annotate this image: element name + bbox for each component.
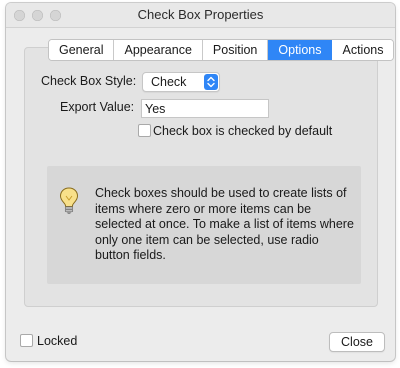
tab-options[interactable]: Options bbox=[268, 40, 333, 60]
tab-general[interactable]: General bbox=[49, 40, 115, 60]
info-box: Check boxes should be used to create lis… bbox=[47, 166, 361, 284]
check-box-style-label: Check Box Style: bbox=[41, 74, 137, 88]
dialog-window: Check Box Properties General Appearance … bbox=[6, 3, 395, 361]
check-box-style-value: Check bbox=[151, 75, 187, 89]
export-value-label: Export Value: bbox=[60, 100, 135, 114]
chevron-updown-icon bbox=[204, 74, 218, 90]
tab-bar: General Appearance Position Options Acti… bbox=[48, 39, 395, 61]
close-button[interactable]: Close bbox=[329, 332, 385, 352]
export-value-text: Yes bbox=[145, 102, 166, 116]
tab-actions[interactable]: Actions bbox=[332, 40, 394, 60]
locked-label: Locked bbox=[37, 334, 78, 348]
window-title: Check Box Properties bbox=[137, 7, 264, 22]
tab-position[interactable]: Position bbox=[202, 40, 269, 60]
titlebar: Check Box Properties bbox=[6, 3, 395, 28]
locked-checkbox[interactable] bbox=[20, 334, 33, 347]
tab-appearance[interactable]: Appearance bbox=[114, 40, 203, 60]
info-text: Check boxes should be used to create lis… bbox=[95, 186, 354, 262]
lightbulb-icon bbox=[58, 186, 80, 216]
export-value-field[interactable]: Yes bbox=[141, 99, 269, 118]
check-box-style-select[interactable]: Check bbox=[142, 72, 220, 92]
default-checked-checkbox[interactable] bbox=[138, 124, 151, 137]
default-checked-label: Check box is checked by default bbox=[153, 124, 333, 138]
